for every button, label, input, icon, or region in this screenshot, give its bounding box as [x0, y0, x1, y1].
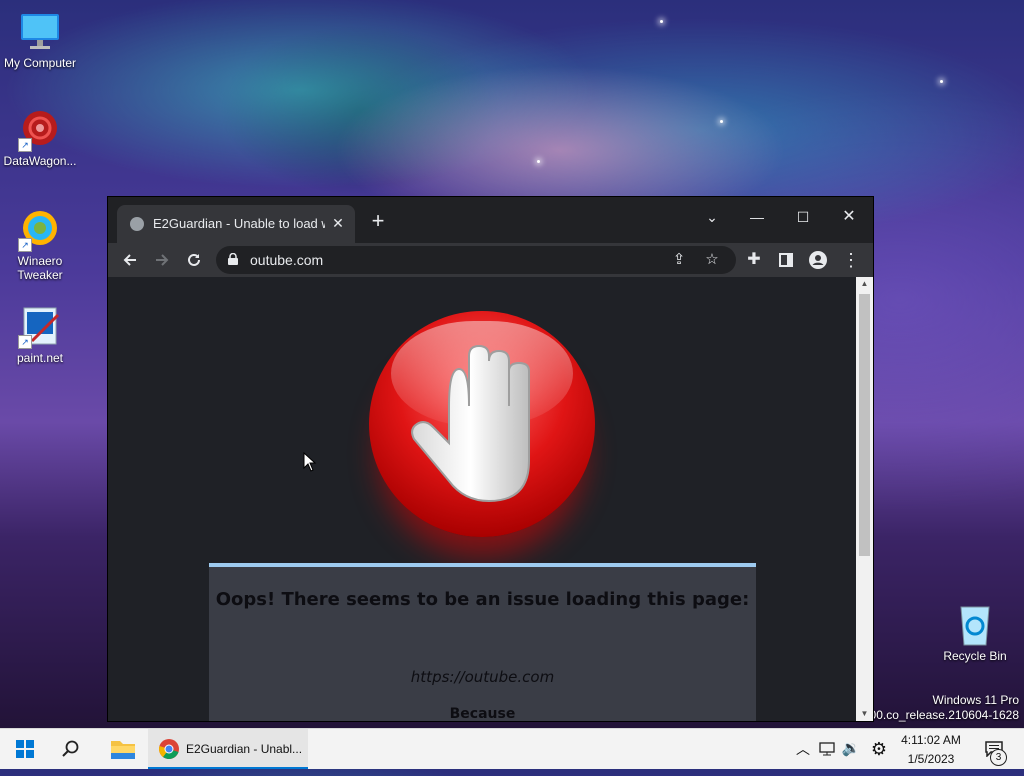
tab-search-button[interactable]: ⌄ — [690, 203, 734, 231]
arrow-right-icon — [156, 254, 169, 266]
bookmark-star-icon[interactable]: ☆ — [699, 247, 725, 273]
notification-count-badge: 3 — [990, 749, 1007, 766]
desktop-icon-label: Winaero Tweaker — [17, 254, 63, 282]
close-window-button[interactable]: ✕ — [827, 203, 871, 231]
error-heading: Oops! There seems to be an issue loading… — [215, 589, 750, 610]
desktop-icon-my-computer[interactable]: My Computer — [0, 10, 80, 70]
page-content: Oops! There seems to be an issue loading… — [108, 277, 856, 721]
taskbar-app-e2guardian[interactable]: E2Guardian - Unabl... — [148, 729, 308, 769]
desktop-icon-recycle-bin[interactable]: Recycle Bin — [935, 603, 1015, 663]
tab-active[interactable]: E2Guardian - Unable to load web ✕ — [117, 205, 355, 243]
browser-toolbar: outube.com ⇪ ☆ ✚ ⋮ — [108, 243, 873, 277]
windows-edition-watermark: Windows 11 Pro 2000.co_release.210604-16… — [856, 693, 1019, 722]
blocked-url: https://outube.com — [410, 668, 555, 686]
mouse-cursor-icon — [303, 452, 317, 472]
folder-icon — [111, 741, 135, 759]
shortcut-arrow-icon: ↗ — [18, 138, 32, 152]
vertical-scrollbar[interactable]: ▲ ▼ — [856, 277, 873, 721]
error-message-panel: Oops! There seems to be an issue loading… — [209, 563, 756, 721]
reload-button[interactable] — [181, 247, 207, 273]
desktop-icon-datawagon[interactable]: ↗ DataWagon... — [0, 108, 80, 168]
network-icon[interactable] — [816, 729, 838, 769]
side-panel-icon[interactable] — [773, 247, 799, 273]
star — [537, 160, 540, 163]
lock-icon — [228, 253, 238, 265]
tab-close-button[interactable]: ✕ — [329, 214, 347, 232]
scroll-down-arrow-icon[interactable]: ▼ — [856, 707, 873, 721]
notification-center-button[interactable]: 3 — [978, 729, 1010, 769]
desktop-icon-label: My Computer — [3, 56, 77, 70]
desktop-icon-label: Recycle Bin — [943, 649, 1007, 663]
volume-speaker-icon[interactable]: 🔉 — [840, 729, 862, 769]
show-hidden-icons-chevron-up-icon[interactable]: ︿ — [792, 729, 814, 769]
reload-icon — [188, 253, 200, 266]
stop-hand-icon — [369, 311, 595, 537]
desktop-icon-label: paint.net — [16, 351, 64, 365]
globe-icon — [130, 217, 144, 231]
chrome-icon — [159, 739, 179, 759]
extensions-puzzle-icon[interactable]: ✚ — [741, 247, 767, 273]
because-label: Because — [449, 706, 516, 721]
network-glyph-icon — [819, 742, 835, 756]
search-button[interactable] — [52, 729, 90, 769]
new-tab-button[interactable]: + — [366, 209, 390, 233]
url-text: outube.com — [250, 252, 324, 268]
share-icon[interactable]: ⇪ — [666, 247, 692, 273]
menu-kebab-icon[interactable]: ⋮ — [838, 247, 864, 273]
watermark-line-2: 2000.co_release.210604-1628 — [856, 708, 1019, 722]
start-button[interactable] — [6, 729, 44, 769]
scrollbar-thumb[interactable] — [859, 294, 870, 556]
settings-gear-icon[interactable]: ⚙ — [866, 729, 892, 769]
desktop-icon-label: DataWagon... — [3, 154, 77, 168]
clock[interactable]: 4:11:02 AM 1/5/2023 — [896, 729, 966, 769]
taskbar: E2Guardian - Unabl... ︿ 🔉 ⚙ 4:11:02 AM 1… — [0, 728, 1024, 769]
search-icon — [62, 740, 79, 757]
back-button[interactable] — [117, 247, 143, 273]
star — [940, 80, 943, 83]
maximize-button[interactable]: ☐ — [781, 203, 825, 231]
desktop-icon-paint-net[interactable]: ↗ paint.net — [0, 305, 80, 365]
file-explorer-button[interactable] — [104, 729, 142, 769]
watermark-line-1: Windows 11 Pro — [932, 693, 1019, 707]
hand-icon — [411, 344, 530, 503]
scroll-up-arrow-icon[interactable]: ▲ — [856, 277, 873, 291]
windows-logo-icon — [16, 740, 34, 758]
paint-net-icon: ↗ — [18, 305, 62, 349]
arrow-left-icon — [123, 254, 136, 266]
datawagon-icon: ↗ — [18, 108, 62, 152]
profile-avatar-icon[interactable] — [805, 247, 831, 273]
clock-time: 4:11:02 AM — [901, 733, 961, 747]
side-panel-glyph-icon — [779, 253, 793, 267]
desktop-icon-winaero-tweaker[interactable]: ↗ Winaero Tweaker — [0, 208, 80, 282]
person-icon — [809, 251, 827, 269]
recycle-bin-icon — [953, 603, 997, 647]
minimize-button[interactable]: — — [735, 203, 779, 231]
clock-date: 1/5/2023 — [907, 752, 955, 766]
shortcut-arrow-icon: ↗ — [18, 335, 32, 349]
tab-strip: E2Guardian - Unable to load web ✕ + ⌄ — … — [108, 197, 873, 243]
forward-button[interactable] — [149, 247, 175, 273]
star — [660, 20, 663, 23]
taskbar-app-label: E2Guardian - Unabl... — [186, 742, 303, 756]
shortcut-arrow-icon: ↗ — [18, 238, 32, 252]
browser-window: E2Guardian - Unable to load web ✕ + ⌄ — … — [108, 197, 873, 721]
star — [720, 120, 723, 123]
monitor-icon — [18, 10, 62, 54]
tab-title: E2Guardian - Unable to load web — [153, 216, 325, 231]
address-bar[interactable]: outube.com ⇪ ☆ — [216, 246, 736, 274]
winaero-tweaker-icon: ↗ — [18, 208, 62, 252]
